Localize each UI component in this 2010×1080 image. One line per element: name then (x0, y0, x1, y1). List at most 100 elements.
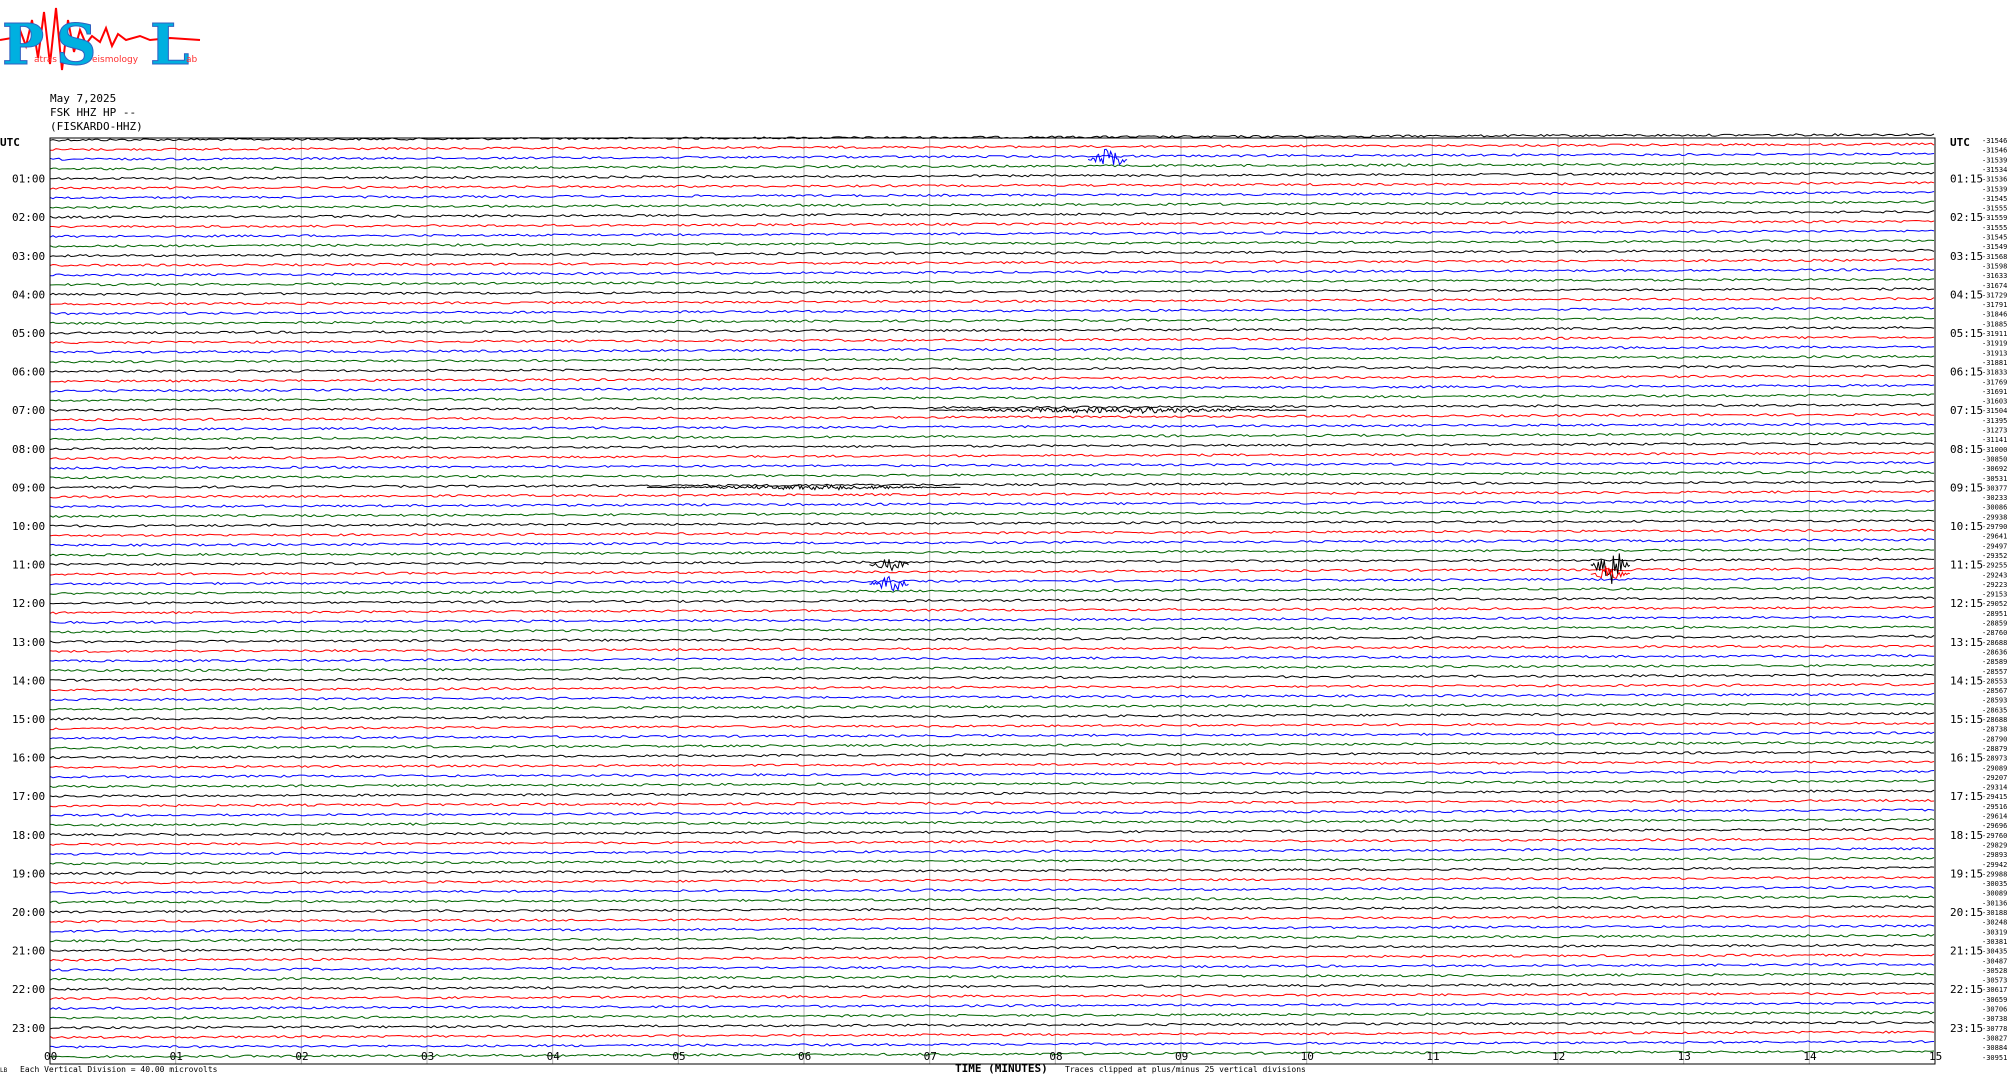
offset-value-83: -30381 (1982, 938, 2007, 946)
trace-2 (50, 153, 1934, 160)
offset-value-40: -29790 (1982, 523, 2007, 531)
offset-value-66: -29207 (1982, 774, 2007, 782)
x-tick-10: 10 (1301, 1050, 1314, 1063)
right-hour-10:15: 10:15 (1950, 520, 1983, 533)
offset-value-23: -31881 (1982, 359, 2007, 367)
x-axis-title: TIME (MINUTES) (955, 1062, 1048, 1075)
trace-4 (50, 172, 1934, 179)
trace-48 (50, 597, 1934, 604)
x-tick-06: 06 (798, 1050, 811, 1063)
x-tick-05: 05 (672, 1050, 685, 1063)
offset-value-17: -31791 (1982, 301, 2007, 309)
trace-94 (50, 1041, 1934, 1049)
trace-30 (50, 423, 1934, 430)
trace-72 (50, 829, 1934, 836)
trace-13 (50, 259, 1934, 266)
right-hour-06:15: 06:15 (1950, 366, 1983, 379)
right-hour-21:15: 21:15 (1950, 945, 1983, 958)
offset-value-58: -28593 (1982, 697, 2007, 705)
offset-value-95: -30951 (1982, 1054, 2007, 1062)
offset-value-19: -31885 (1982, 320, 2007, 328)
trace-52 (50, 635, 1934, 643)
left-hour-18:00: 18:00 (12, 829, 45, 842)
event-3 (870, 559, 909, 570)
offset-value-4: -31536 (1982, 176, 2007, 184)
x-tick-11: 11 (1426, 1050, 1439, 1063)
trace-68 (50, 790, 1934, 797)
left-hour-22:00: 22:00 (12, 983, 45, 996)
trace-75 (50, 857, 1934, 864)
trace-83 (50, 934, 1934, 942)
offset-value-14: -31633 (1982, 272, 2007, 280)
trace-46 (50, 578, 1934, 585)
left-hour-17:00: 17:00 (12, 790, 45, 803)
offset-value-9: -31555 (1982, 224, 2007, 232)
right-hour-09:15: 09:15 (1950, 481, 1983, 494)
x-tick-04: 04 (547, 1050, 561, 1063)
trace-81 (50, 915, 1934, 922)
offset-value-5: -31539 (1982, 185, 2007, 193)
trace-17 (50, 298, 1934, 305)
offset-value-62: -28790 (1982, 735, 2007, 743)
x-tick-09: 09 (1175, 1050, 1188, 1063)
offset-value-71: -29696 (1982, 822, 2007, 830)
trace-60 (50, 713, 1934, 721)
offset-value-47: -29153 (1982, 591, 2007, 599)
offset-value-59: -28635 (1982, 706, 2007, 714)
trace-67 (50, 780, 1934, 788)
left-hour-20:00: 20:00 (12, 906, 45, 919)
offset-value-72: -29760 (1982, 832, 2007, 840)
trace-42 (50, 539, 1934, 546)
grid-lines (50, 138, 1935, 1064)
trace-20 (50, 327, 1934, 335)
x-tick-07: 07 (924, 1050, 937, 1063)
right-hour-13:15: 13:15 (1950, 636, 1983, 649)
offset-value-39: -29938 (1982, 513, 2007, 521)
trace-88 (50, 983, 1934, 990)
offset-value-54: -28589 (1982, 658, 2007, 666)
offset-value-43: -29352 (1982, 552, 2007, 560)
trace-56 (50, 674, 1934, 681)
left-hour-05:00: 05:00 (12, 327, 45, 340)
right-hour-03:15: 03:15 (1950, 250, 1983, 263)
helicorder-chart: UTC UTC 01:00 02:00 03:00 04:00 05:00 06:00 07… (0, 0, 2010, 1080)
offset-value-75: -29942 (1982, 861, 2007, 869)
trace-92 (50, 1021, 1934, 1029)
trace-19 (50, 317, 1934, 324)
x-tick-13: 13 (1678, 1050, 1691, 1063)
left-hour-21:00: 21:00 (12, 945, 45, 958)
offset-value-36: -30377 (1982, 484, 2007, 492)
offset-value-18: -31846 (1982, 311, 2007, 319)
trace-85 (50, 954, 1934, 961)
offset-value-90: -30706 (1982, 1006, 2007, 1014)
trace-82 (50, 925, 1934, 933)
trace-58 (50, 693, 1934, 701)
trace-70 (50, 809, 1934, 816)
trace-43 (50, 549, 1934, 557)
right-hour-18:15: 18:15 (1950, 829, 1983, 842)
right-hour-20:15: 20:15 (1950, 906, 1983, 919)
trace-39 (50, 510, 1934, 518)
offset-value-77: -30035 (1982, 880, 2007, 888)
offset-value-53: -28636 (1982, 648, 2007, 656)
trace-44 (50, 558, 1934, 565)
trace-0 (50, 134, 1934, 141)
offset-value-30: -31273 (1982, 427, 2007, 435)
trace-40 (50, 520, 1934, 527)
x-tick-15: 15 (1929, 1050, 1942, 1063)
trace-62 (50, 732, 1934, 739)
offset-value-2: -31539 (1982, 156, 2007, 164)
offset-value-25: -31769 (1982, 378, 2007, 386)
offset-value-0: -31546 (1982, 137, 2007, 145)
offset-value-24: -31833 (1982, 369, 2007, 377)
x-tick-03: 03 (421, 1050, 434, 1063)
trace-78 (50, 886, 1934, 893)
right-hour-05:15: 05:15 (1950, 327, 1983, 340)
right-hour-17:15: 17:15 (1950, 790, 1983, 803)
trace-51 (50, 626, 1934, 633)
offset-value-55: -28557 (1982, 668, 2007, 676)
trace-65 (50, 761, 1934, 768)
offset-value-7: -31555 (1982, 205, 2007, 213)
left-hour-23:00: 23:00 (12, 1022, 45, 1035)
trace-95 (50, 1051, 1934, 1058)
